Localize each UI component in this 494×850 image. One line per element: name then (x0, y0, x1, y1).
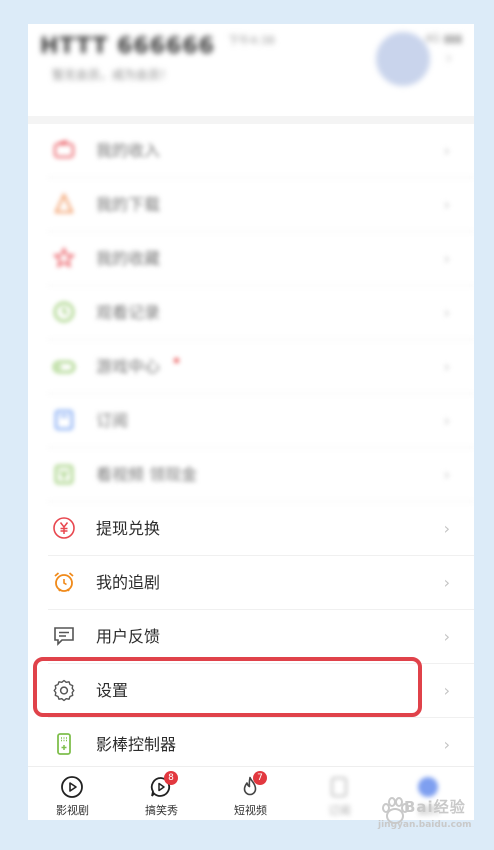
gift-icon (55, 465, 73, 484)
section-divider (28, 116, 474, 124)
menu-item-label: 观看记录 (96, 303, 161, 322)
profile-header[interactable]: HTTT 666666 下午4:38 4G ▮▮▮ 暂无会员，成为会员！ › (28, 24, 474, 116)
menu-item-downloads[interactable]: 我的下载 › (28, 178, 474, 232)
menu-item-label: 我的下载 (96, 195, 161, 214)
status-time: 下午4:38 (228, 34, 275, 47)
alarm-clock-icon (54, 572, 74, 592)
notification-badge: 7 (253, 771, 267, 785)
subscribe-icon (331, 777, 347, 797)
username: HTTT 666666 (40, 34, 215, 59)
menu-item-remote-controller[interactable]: 影棒控制器 › (28, 718, 474, 772)
yuan-icon (53, 517, 75, 539)
menu-item-label: 订阅 (96, 411, 129, 430)
menu-item-label: 影棒控制器 (96, 735, 177, 754)
chevron-right-icon: › (443, 735, 450, 754)
tab-subscribe[interactable]: 订阅 (295, 767, 384, 820)
chevron-right-icon: › (445, 48, 452, 67)
chevron-right-icon: › (443, 141, 450, 160)
tab-dramas[interactable]: 影视剧 (28, 767, 117, 820)
menu-item-history[interactable]: 观看记录 › (28, 286, 474, 340)
menu-item-favorites[interactable]: 我的收藏 › (28, 232, 474, 286)
tab-label: 搞笑秀 (145, 804, 178, 817)
watermark-brand: Bai经验 (404, 798, 466, 816)
remote-icon (57, 733, 71, 755)
chevron-right-icon: › (443, 573, 450, 592)
chevron-right-icon: › (443, 465, 450, 484)
notification-dot (174, 358, 179, 363)
menu-item-game-center[interactable]: 游戏中心 › (28, 340, 474, 394)
feedback-icon (54, 627, 74, 646)
menu-item-label: 我的收入 (96, 141, 161, 160)
menu-item-label: 看视频 领现金 (96, 465, 198, 484)
tab-label: 短视频 (234, 804, 267, 817)
avatar[interactable] (376, 32, 430, 86)
menu-item-earn-cash[interactable]: 看视频 领现金 › (28, 448, 474, 502)
tab-label: 订阅 (328, 804, 351, 817)
menu-item-label: 用户反馈 (96, 627, 161, 646)
settings-highlight-box (33, 657, 422, 717)
chevron-right-icon: › (443, 303, 450, 322)
menu-item-my-series[interactable]: 我的追剧 › (28, 556, 474, 610)
chevron-right-icon: › (443, 249, 450, 268)
tab-short-videos[interactable]: 7 短视频 (206, 767, 295, 820)
chevron-right-icon: › (443, 411, 450, 430)
star-icon (52, 246, 76, 268)
menu-item-withdraw[interactable]: 提现兑换 › (28, 502, 474, 556)
menu-item-label: 我的收藏 (96, 249, 161, 268)
tab-funny[interactable]: 8 搞笑秀 (117, 767, 206, 820)
membership-subtitle: 暂无会员，成为会员！ (52, 68, 173, 82)
menu-item-label: 提现兑换 (96, 519, 161, 538)
chevron-right-icon: › (443, 357, 450, 376)
wallet-icon (54, 140, 74, 158)
gamepad-icon (53, 361, 75, 373)
bookmark-icon (55, 410, 73, 430)
watermark-url: jingyan.baidu.com (378, 820, 472, 830)
baidu-jingyan-watermark: Bai经验 jingyan.baidu.com (378, 796, 478, 836)
notification-badge: 8 (164, 771, 178, 785)
clock-icon (54, 302, 74, 322)
status-indicators: 4G ▮▮▮ (424, 32, 462, 45)
menu-item-subscriptions[interactable]: 订阅 › (28, 394, 474, 448)
menu-item-label: 游戏中心 (96, 357, 161, 376)
menu-item-feedback[interactable]: 用户反馈 › (28, 610, 474, 664)
chevron-right-icon: › (443, 627, 450, 646)
chevron-right-icon: › (443, 519, 450, 538)
chevron-right-icon: › (443, 681, 450, 700)
chevron-right-icon: › (443, 195, 450, 214)
download-icon (54, 192, 74, 213)
menu-item-label: 我的追剧 (96, 573, 161, 592)
tab-label: 影视剧 (56, 804, 89, 817)
menu-item-income[interactable]: 我的收入 › (28, 124, 474, 178)
play-circle-icon (61, 776, 83, 798)
